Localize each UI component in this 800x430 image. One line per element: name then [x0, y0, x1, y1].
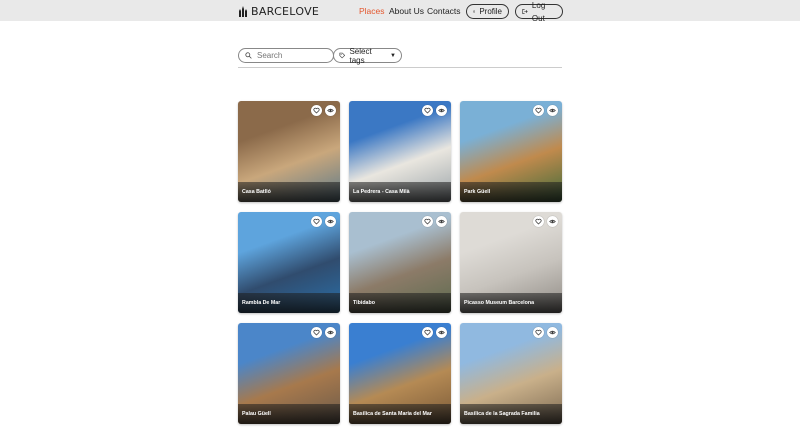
- place-card[interactable]: Tibidabo: [349, 212, 451, 313]
- eye-icon: [327, 219, 334, 224]
- view-button[interactable]: [436, 327, 447, 338]
- eye-icon: [549, 108, 556, 113]
- search-icon: [245, 52, 252, 59]
- heart-icon: [424, 218, 431, 225]
- tag-icon: [339, 52, 346, 59]
- search-input[interactable]: [257, 51, 317, 60]
- view-button[interactable]: [436, 216, 447, 227]
- view-button[interactable]: [547, 105, 558, 116]
- place-name: Tibidabo: [349, 293, 451, 313]
- place-card[interactable]: Picasso Museum Barcelona: [460, 212, 562, 313]
- eye-icon: [549, 219, 556, 224]
- view-button[interactable]: [325, 327, 336, 338]
- favorite-button[interactable]: [422, 105, 433, 116]
- place-name: Basilica de Santa Maria del Mar: [349, 404, 451, 424]
- view-button[interactable]: [436, 105, 447, 116]
- place-card[interactable]: Palau Güell: [238, 323, 340, 424]
- select-tags-label: Select tags: [349, 46, 372, 65]
- nav-item-about-us[interactable]: About Us: [389, 4, 424, 18]
- place-card[interactable]: Rambla De Mar: [238, 212, 340, 313]
- place-card[interactable]: Basilica de Santa Maria del Mar: [349, 323, 451, 424]
- eye-icon: [549, 330, 556, 335]
- heart-icon: [535, 107, 542, 114]
- eye-icon: [438, 108, 445, 113]
- heart-icon: [424, 329, 431, 336]
- cathedral-logo-icon: [239, 6, 247, 17]
- place-card[interactable]: La Pedrera - Casa Milà: [349, 101, 451, 202]
- place-name: Rambla De Mar: [238, 293, 340, 313]
- heart-icon: [313, 329, 320, 336]
- heart-icon: [313, 107, 320, 114]
- eye-icon: [438, 219, 445, 224]
- nav-link-about-us[interactable]: About Us: [389, 6, 424, 16]
- favorite-button[interactable]: [311, 327, 322, 338]
- logout-label: Log Out: [531, 0, 546, 23]
- view-button[interactable]: [547, 216, 558, 227]
- logout-icon: [522, 8, 528, 15]
- search-field[interactable]: [238, 48, 334, 63]
- place-card[interactable]: Basilica de la Sagrada Familia: [460, 323, 562, 424]
- nav-item-contacts[interactable]: Contacts: [427, 4, 461, 18]
- select-tags-dropdown[interactable]: Select tags ▼: [333, 46, 402, 65]
- place-name: Casa Batlló: [238, 182, 340, 202]
- top-navigation-bar: BARCELOVE Places About Us Contacts Profi…: [0, 0, 800, 23]
- favorite-button[interactable]: [311, 105, 322, 116]
- brand-name: BARCELOVE: [251, 4, 320, 18]
- logout-button[interactable]: Log Out: [515, 1, 563, 23]
- chevron-down-icon: ▼: [390, 52, 396, 59]
- view-button[interactable]: [325, 216, 336, 227]
- view-button[interactable]: [325, 105, 336, 116]
- heart-icon: [535, 218, 542, 225]
- place-card[interactable]: Park Güell: [460, 101, 562, 202]
- place-card[interactable]: Casa Batlló: [238, 101, 340, 202]
- heart-icon: [424, 107, 431, 114]
- place-name: Picasso Museum Barcelona: [460, 293, 562, 313]
- nav-item-places[interactable]: Places: [359, 4, 385, 18]
- nav-link-places[interactable]: Places: [359, 6, 385, 16]
- favorite-button[interactable]: [533, 327, 544, 338]
- eye-icon: [327, 108, 334, 113]
- user-circle-icon: [473, 10, 476, 13]
- heart-icon: [535, 329, 542, 336]
- favorite-button[interactable]: [422, 327, 433, 338]
- profile-button[interactable]: Profile: [466, 4, 509, 19]
- place-name: La Pedrera - Casa Milà: [349, 182, 451, 202]
- place-name: Basilica de la Sagrada Familia: [460, 404, 562, 424]
- place-name: Park Güell: [460, 182, 562, 202]
- eye-icon: [438, 330, 445, 335]
- favorite-button[interactable]: [311, 216, 322, 227]
- profile-label: Profile: [479, 7, 502, 16]
- nav-link-contacts[interactable]: Contacts: [427, 6, 461, 16]
- favorite-button[interactable]: [533, 105, 544, 116]
- favorite-button[interactable]: [533, 216, 544, 227]
- heart-icon: [313, 218, 320, 225]
- view-button[interactable]: [547, 327, 558, 338]
- favorite-button[interactable]: [422, 216, 433, 227]
- place-name: Palau Güell: [238, 404, 340, 424]
- eye-icon: [327, 330, 334, 335]
- filter-divider: [238, 67, 562, 68]
- brand-logo[interactable]: BARCELOVE: [238, 4, 319, 18]
